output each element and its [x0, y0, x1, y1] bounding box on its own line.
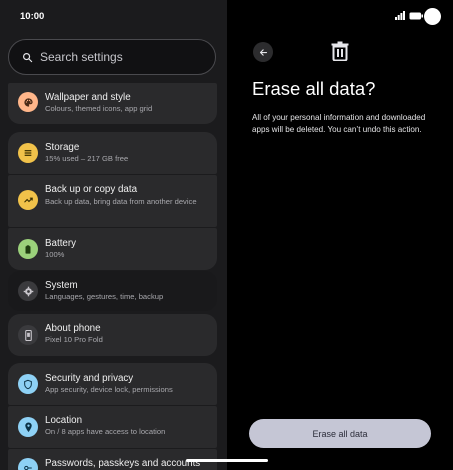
- settings-item-about-phone[interactable]: About phone Pixel 10 Pro Fold: [8, 314, 217, 356]
- settings-item-title: Back up or copy data: [45, 184, 138, 195]
- settings-item-subtitle: Back up data, bring data from another de…: [45, 197, 197, 206]
- detail-pane: [227, 0, 453, 470]
- dialog-body: All of your personal information and dow…: [252, 113, 426, 135]
- search-placeholder: Search settings: [40, 50, 123, 64]
- back-button[interactable]: [253, 42, 273, 62]
- settings-item-subtitle: 100%: [45, 250, 65, 259]
- settings-item-subtitle: 15% used – 217 GB free: [45, 154, 129, 163]
- erase-all-data-button[interactable]: Erase all data: [249, 419, 431, 448]
- settings-item-system[interactable]: System Languages, gestures, time, backup: [8, 271, 217, 311]
- settings-item-title: Storage: [45, 142, 80, 153]
- settings-item-title: Location: [45, 415, 83, 426]
- camera-cutout: [424, 8, 441, 25]
- palette-icon: [18, 92, 38, 112]
- settings-item-location[interactable]: Location On / 8 apps have access to loca…: [8, 406, 217, 448]
- settings-item-title: About phone: [45, 323, 101, 334]
- storage-icon: [18, 143, 38, 163]
- search-input[interactable]: Search settings: [8, 39, 216, 75]
- shield-icon: [18, 374, 38, 394]
- settings-pane: 10:00 Search settings Wallpaper and styl…: [0, 0, 227, 470]
- settings-item-wallpaper[interactable]: Wallpaper and style Colours, themed icon…: [8, 83, 217, 124]
- settings-item-subtitle: Languages, gestures, time, backup: [45, 292, 164, 301]
- battery-icon: [18, 239, 38, 259]
- backup-icon: [18, 190, 38, 210]
- settings-item-storage[interactable]: Storage 15% used – 217 GB free: [8, 132, 217, 174]
- gesture-bar: [186, 459, 268, 462]
- settings-item-title: Battery: [45, 238, 77, 249]
- settings-item-title: Security and privacy: [45, 373, 134, 384]
- search-icon: [23, 52, 33, 62]
- gear-icon: [18, 281, 38, 301]
- screen: 10:00 Search settings Wallpaper and styl…: [0, 0, 453, 470]
- status-time: 10:00: [20, 11, 45, 22]
- status-icons: [395, 11, 423, 20]
- location-icon: [18, 417, 38, 437]
- settings-item-title: System: [45, 280, 78, 291]
- key-icon: [18, 458, 38, 470]
- settings-item-security[interactable]: Security and privacy App security, devic…: [8, 363, 217, 405]
- settings-item-battery[interactable]: Battery 100%: [8, 228, 217, 270]
- battery-status-icon: [409, 12, 423, 19]
- settings-item-title: Passwords, passkeys and accounts: [45, 458, 201, 469]
- settings-item-subtitle: Colours, themed icons, app grid: [45, 104, 153, 113]
- dialog-title: Erase all data?: [252, 78, 376, 99]
- settings-item-subtitle: Pixel 10 Pro Fold: [45, 335, 103, 344]
- settings-item-backup[interactable]: Back up or copy data Back up data, bring…: [8, 175, 217, 227]
- settings-item-title: Wallpaper and style: [45, 92, 131, 103]
- settings-item-subtitle: On / 8 apps have access to location: [45, 427, 166, 436]
- phone-icon: [18, 325, 38, 345]
- arrow-back-icon: [259, 48, 267, 56]
- settings-item-subtitle: App security, device lock, permissions: [45, 385, 173, 394]
- trash-icon: [331, 41, 349, 61]
- signal-icon: [395, 11, 405, 20]
